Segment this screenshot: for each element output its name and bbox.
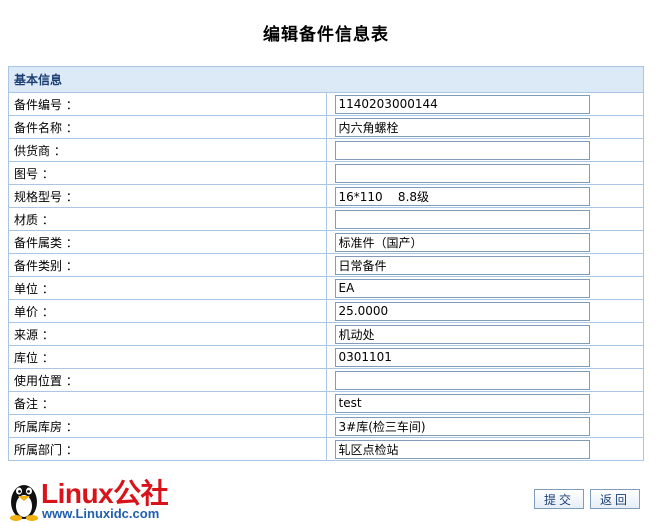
section-header-row: 基本信息 xyxy=(8,66,644,93)
material-input[interactable] xyxy=(334,209,590,229)
part-name-input[interactable] xyxy=(334,117,590,137)
form-row-location: 库位 ： xyxy=(8,345,644,369)
form-row-part-no: 备件编号 ： xyxy=(8,92,644,116)
drawing-no-input[interactable] xyxy=(334,163,590,183)
field-label: 备件名称 ： xyxy=(8,115,327,139)
form-rows: 备件编号 ：备件名称 ：供货商 ：图号 ：规格型号 ：材质 ：备件属类 ：备件类… xyxy=(8,92,644,461)
field-cell xyxy=(325,322,644,346)
warehouse-input[interactable] xyxy=(334,416,590,436)
linux-logo-watermark: Linux公社 www.Linuxidc.com xyxy=(10,478,169,521)
field-label: 单价 ： xyxy=(8,299,327,323)
field-label: 使用位置 ： xyxy=(8,368,327,392)
field-label: 备件属类 ： xyxy=(8,230,327,254)
field-cell xyxy=(325,115,644,139)
page-title: 编辑备件信息表 xyxy=(263,25,389,45)
field-cell xyxy=(325,161,644,185)
form-row-part-category: 备件类别 ： xyxy=(8,253,644,277)
field-cell xyxy=(325,207,644,231)
field-cell xyxy=(325,138,644,162)
form-row-material: 材质 ： xyxy=(8,207,644,231)
remarks-input[interactable] xyxy=(334,393,590,413)
field-label: 备注 ： xyxy=(8,391,327,415)
unit-price-input[interactable] xyxy=(334,301,590,321)
location-input[interactable] xyxy=(334,347,590,367)
form-row-part-ownership: 备件属类 ： xyxy=(8,230,644,254)
unit-input[interactable] xyxy=(334,278,590,298)
logo-url-text: www.Linuxidc.com xyxy=(41,506,159,521)
field-cell xyxy=(325,437,644,461)
field-label: 备件类别 ： xyxy=(8,253,327,277)
form-row-supplier: 供货商 ： xyxy=(8,138,644,162)
field-label: 所属库房 ： xyxy=(8,414,327,438)
field-cell xyxy=(325,276,644,300)
part-info-form: 基本信息 备件编号 ：备件名称 ：供货商 ：图号 ：规格型号 ：材质 ：备件属类… xyxy=(8,66,644,461)
spec-model-input[interactable] xyxy=(334,186,590,206)
field-label: 图号 ： xyxy=(8,161,327,185)
part-ownership-input[interactable] xyxy=(334,232,590,252)
field-label: 所属部门 ： xyxy=(8,437,327,461)
field-cell xyxy=(325,230,644,254)
page: 编辑备件信息表 基本信息 备件编号 ：备件名称 ：供货商 ：图号 ：规格型号 ：… xyxy=(0,0,660,523)
penguin-icon xyxy=(10,485,38,521)
form-row-spec-model: 规格型号 ： xyxy=(8,184,644,208)
field-cell xyxy=(325,92,644,116)
form-row-unit-price: 单价 ： xyxy=(8,299,644,323)
logo-brand-text: Linux公社 xyxy=(41,478,169,509)
field-label: 库位 ： xyxy=(8,345,327,369)
submit-button[interactable]: 提交 xyxy=(534,489,584,509)
field-label: 供货商 ： xyxy=(8,138,327,162)
form-row-source: 来源 ： xyxy=(8,322,644,346)
form-row-unit: 单位 ： xyxy=(8,276,644,300)
source-input[interactable] xyxy=(334,324,590,344)
action-buttons: 提交 返回 xyxy=(534,489,640,509)
field-cell xyxy=(325,391,644,415)
form-row-usage-location: 使用位置 ： xyxy=(8,368,644,392)
field-label: 单位 ： xyxy=(8,276,327,300)
field-cell xyxy=(325,345,644,369)
form-row-department: 所属部门 ： xyxy=(8,437,644,461)
form-row-part-name: 备件名称 ： xyxy=(8,115,644,139)
form-row-warehouse: 所属库房 ： xyxy=(8,414,644,438)
back-button[interactable]: 返回 xyxy=(590,489,640,509)
part-no-input[interactable] xyxy=(334,94,590,114)
field-label: 备件编号 ： xyxy=(8,92,327,116)
field-label: 规格型号 ： xyxy=(8,184,327,208)
form-row-drawing-no: 图号 ： xyxy=(8,161,644,185)
field-label: 来源 ： xyxy=(8,322,327,346)
field-cell xyxy=(325,253,644,277)
section-title: 基本信息 xyxy=(8,66,644,93)
field-cell xyxy=(325,299,644,323)
supplier-input[interactable] xyxy=(334,140,590,160)
department-input[interactable] xyxy=(334,439,590,459)
field-cell xyxy=(325,414,644,438)
field-label: 材质 ： xyxy=(8,207,327,231)
form-row-remarks: 备注 ： xyxy=(8,391,644,415)
usage-location-input[interactable] xyxy=(334,370,590,390)
field-cell xyxy=(325,368,644,392)
field-cell xyxy=(325,184,644,208)
part-category-input[interactable] xyxy=(334,255,590,275)
